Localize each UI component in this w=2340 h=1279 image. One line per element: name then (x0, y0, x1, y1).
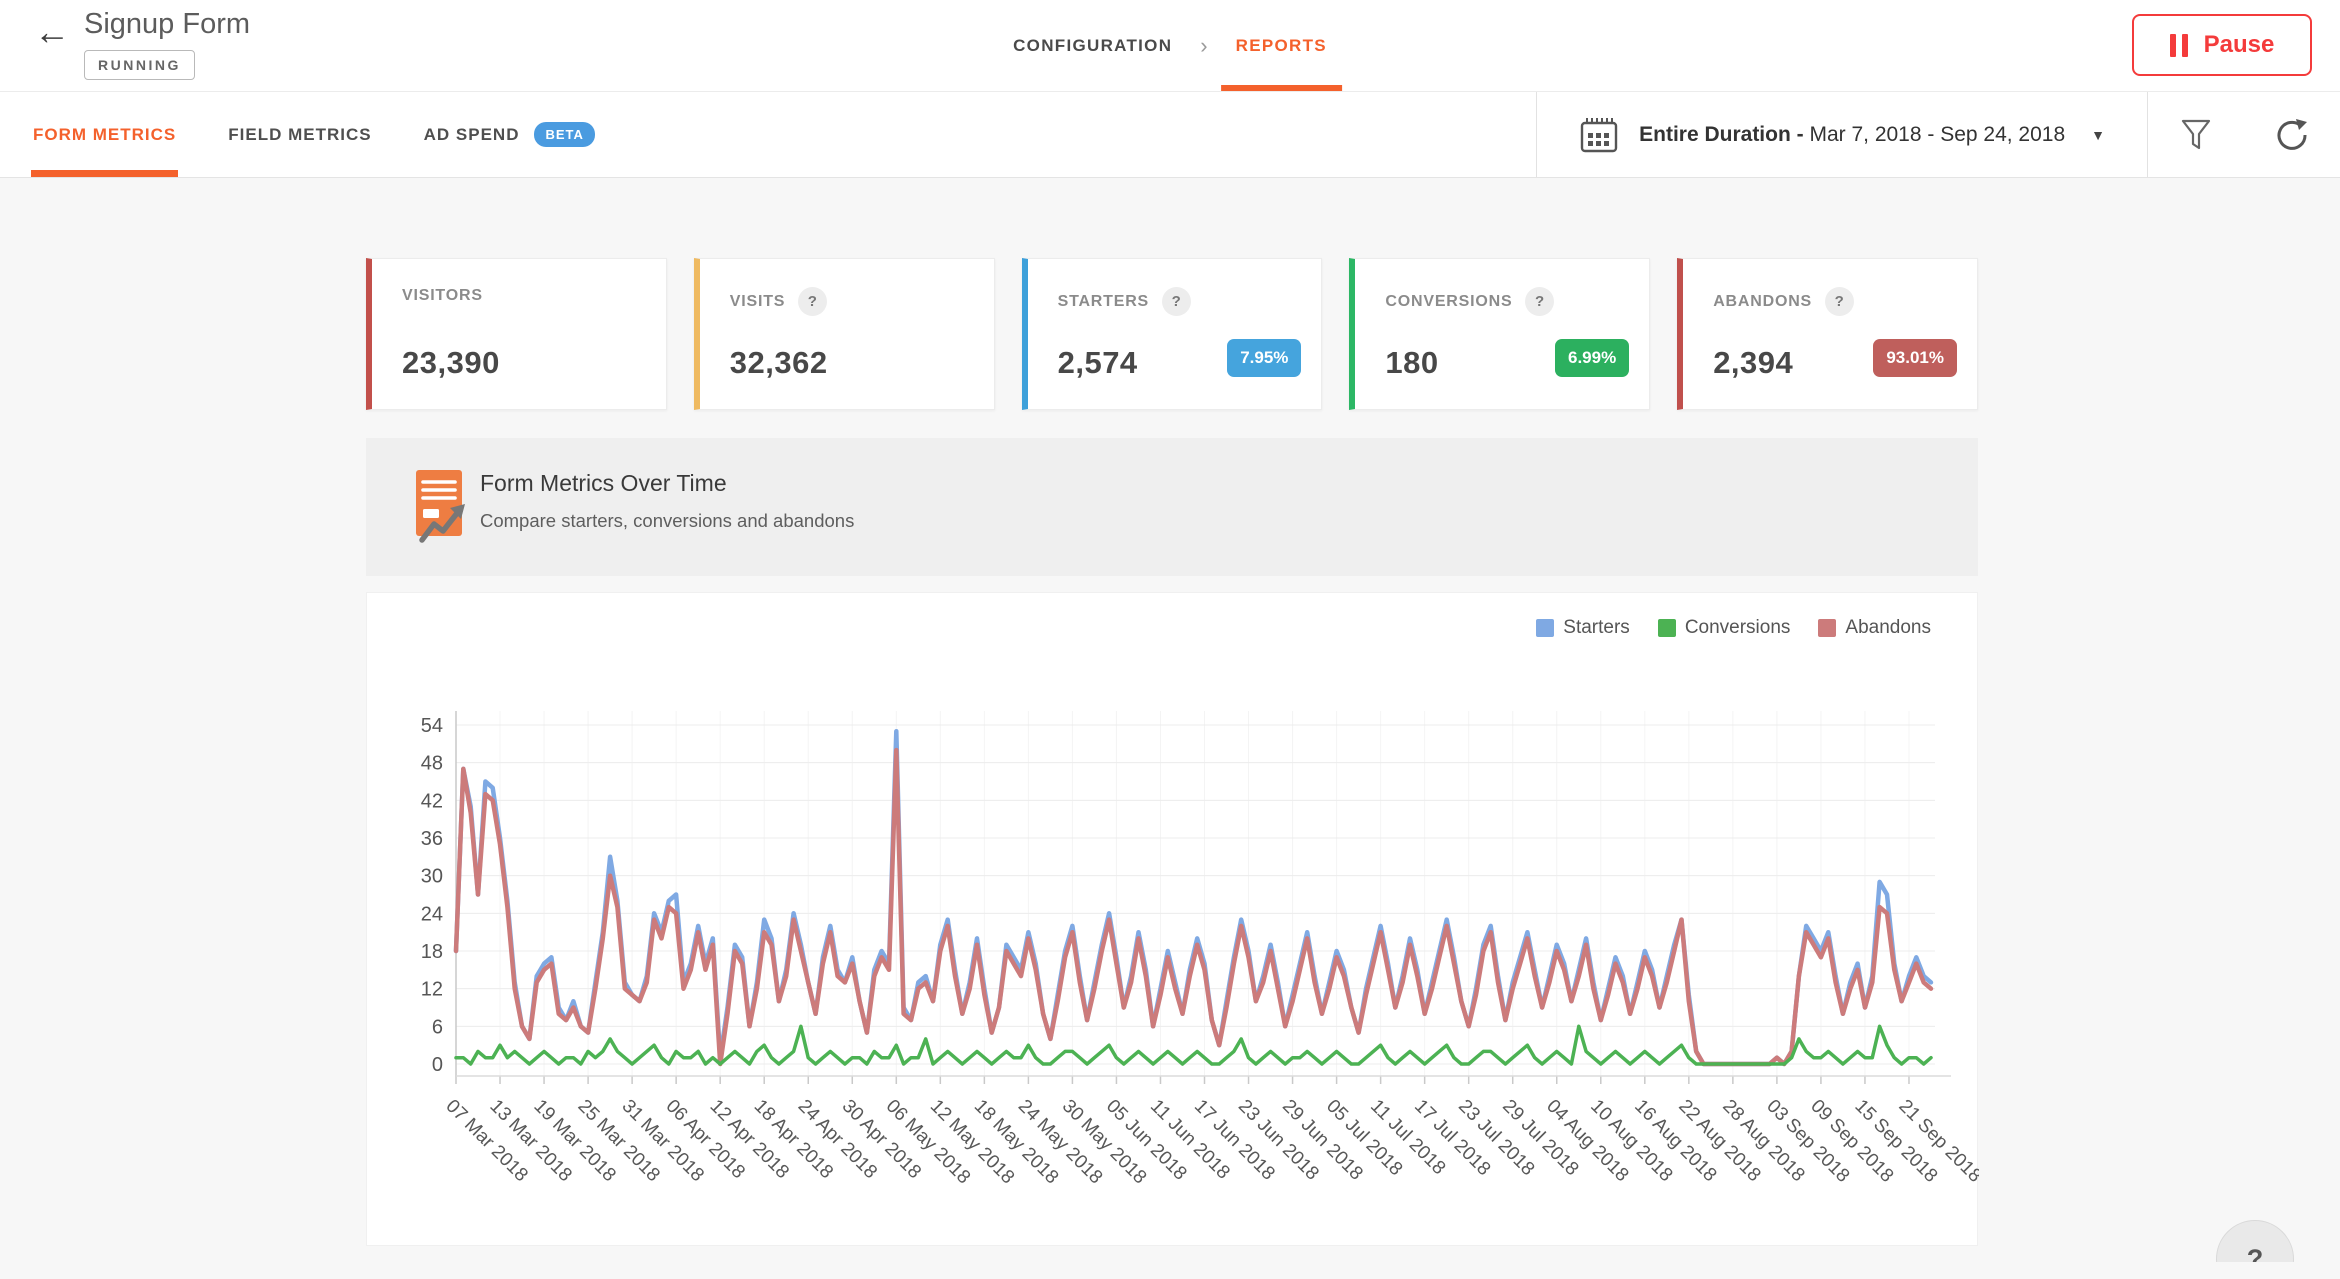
card-abandons: ABANDONS? 2,394 93.01% (1677, 258, 1978, 410)
y-axis-label: 42 (421, 790, 443, 812)
help-question-icon[interactable]: ? (798, 287, 828, 316)
toolbar-right: Entire Duration - Mar 7, 2018 - Sep 24, … (1536, 92, 2340, 177)
y-axis-label: 54 (421, 715, 443, 737)
status-badge: RUNNING (84, 50, 195, 80)
metric-cards-row: VISITORS 23,390 VISITS? 32,362 STARTERS?… (366, 258, 1978, 410)
form-metrics-chart-card: Starters Conversions Abandons 07 Mar 2018 1… (366, 592, 1979, 1246)
date-range-selector[interactable]: Entire Duration - Mar 7, 2018 - Sep 24, … (1537, 92, 2147, 177)
y-axis-label: 36 (421, 828, 443, 850)
card-value: 2,394 (1713, 345, 1794, 380)
card-label: CONVERSIONS? (1385, 287, 1555, 316)
tab-field-metrics-label: FIELD METRICS (228, 124, 372, 144)
chevron-right-icon: › (1200, 32, 1208, 58)
card-label-text: STARTERS (1057, 292, 1150, 310)
percentage-badge: 6.99% (1554, 339, 1630, 377)
refresh-button[interactable] (2244, 92, 2340, 177)
section-header-band: Form Metrics Over Time Compare starters,… (366, 438, 1978, 576)
y-axis-label: 12 (421, 979, 443, 1001)
tab-field-metrics[interactable]: FIELD METRICS (228, 92, 371, 177)
percentage-badge: 7.95% (1227, 339, 1302, 377)
breadcrumb-configuration[interactable]: CONFIGURATION (1013, 0, 1172, 91)
percentage-badge: 93.01% (1873, 339, 1957, 377)
section-subtitle: Compare starters, conversions and abando… (480, 510, 855, 531)
pause-button[interactable]: Pause (2132, 14, 2312, 76)
beta-badge: BETA (534, 122, 595, 147)
y-axis-label: 6 (432, 1016, 443, 1038)
section-title: Form Metrics Over Time (480, 470, 727, 496)
filter-funnel-icon (2181, 119, 2211, 149)
card-value: 32,362 (729, 345, 828, 380)
card-value: 2,574 (1057, 345, 1138, 380)
card-label: VISITS? (729, 287, 828, 316)
y-axis-label: 24 (421, 903, 443, 925)
card-conversions: CONVERSIONS? 180 6.99% (1349, 258, 1651, 410)
metrics-line-chart: 07 Mar 201813 Mar 201819 Mar 201825 Mar … (421, 711, 1979, 1188)
card-label-text: ABANDONS (1713, 292, 1813, 310)
report-document-icon (416, 470, 465, 543)
card-value: 180 (1385, 345, 1439, 380)
tab-form-metrics-label: FORM METRICS (33, 124, 177, 144)
date-range-text: Entire Duration - Mar 7, 2018 - Sep 24, … (1639, 123, 2065, 147)
breadcrumb-reports[interactable]: REPORTS (1220, 0, 1343, 91)
tab-ad-spend-label: AD SPEND (423, 124, 520, 144)
refresh-icon (2277, 118, 2307, 150)
pause-label: Pause (2203, 31, 2275, 58)
help-bubble-clip: ? (2216, 1220, 2298, 1262)
top-header: ← Signup Form RUNNING CONFIGURATION › RE… (0, 0, 2340, 92)
tab-ad-spend[interactable]: AD SPEND BETA (424, 92, 595, 177)
help-question-icon[interactable]: ? (1162, 287, 1192, 316)
series-line-conversions (454, 1024, 1933, 1066)
tabs: FORM METRICS FIELD METRICS AD SPEND BETA (0, 92, 595, 177)
card-label-text: VISITS (729, 292, 786, 310)
date-range-label: Entire Duration - (1639, 122, 1810, 146)
help-button[interactable]: ? (2216, 1220, 2294, 1262)
metrics-tabbar: FORM METRICS FIELD METRICS AD SPEND BETA… (0, 92, 2340, 178)
series-line-starters (453, 729, 1934, 1067)
pause-icon (2169, 33, 2188, 57)
y-axis-label: 18 (421, 941, 443, 963)
calendar-icon (1580, 117, 1618, 152)
card-visits: VISITS? 32,362 (693, 258, 995, 410)
card-label-text: CONVERSIONS (1385, 292, 1513, 310)
y-axis-label: 0 (432, 1054, 443, 1076)
y-axis-label: 48 (421, 753, 443, 775)
card-label-text: VISITORS (402, 287, 483, 304)
caret-down-icon: ▼ (2091, 126, 2105, 143)
help-question-icon[interactable]: ? (1525, 287, 1555, 316)
card-starters: STARTERS? 2,574 7.95% (1021, 258, 1323, 410)
date-range-value: Mar 7, 2018 - Sep 24, 2018 (1809, 122, 2066, 146)
card-label: VISITORS (402, 287, 483, 305)
card-label: ABANDONS? (1713, 287, 1855, 316)
report-content: VISITORS 23,390 VISITS? 32,362 STARTERS?… (0, 178, 2340, 1262)
card-visitors: VISITORS 23,390 (366, 258, 667, 410)
filter-button[interactable] (2148, 92, 2244, 177)
card-value: 23,390 (402, 345, 500, 380)
page-title: Signup Form (84, 8, 251, 40)
help-question-icon[interactable]: ? (1825, 287, 1855, 316)
breadcrumb: CONFIGURATION › REPORTS (1013, 0, 1343, 91)
card-label: STARTERS? (1057, 287, 1192, 316)
tab-form-metrics[interactable]: FORM METRICS (30, 92, 179, 177)
y-axis-label: 30 (421, 866, 443, 888)
back-arrow-icon[interactable]: ← (34, 14, 70, 50)
